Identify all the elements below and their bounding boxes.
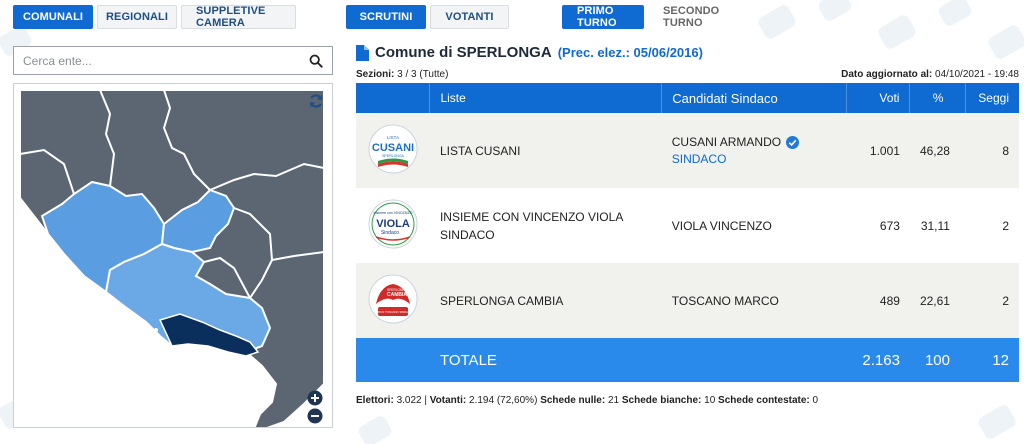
- null-ballots-value: 21: [607, 395, 620, 406]
- table-header-row: Liste Candidati Sindaco Voti % Seggi: [356, 83, 1019, 113]
- list-logo-cell: LISTA CUSANI SPERLONGA: [356, 113, 430, 188]
- votes: 489: [846, 263, 910, 338]
- tab-comunali[interactable]: COMUNALI: [13, 5, 93, 29]
- elected-check-icon: [786, 135, 800, 149]
- document-icon: [356, 44, 369, 61]
- percent: 46,28: [909, 113, 966, 188]
- lista-cusani-logo: LISTA CUSANI SPERLONGA: [368, 124, 418, 174]
- contested-ballots-value: 0: [812, 395, 819, 406]
- contested-ballots-label: Schede contestate:: [718, 395, 810, 406]
- candidate-cell: VIOLA VINCENZO: [661, 188, 846, 263]
- header-liste: Liste: [429, 83, 663, 113]
- candidate-name: TOSCANO MARCO: [671, 293, 779, 308]
- list-name: INSIEME CON VINCENZO VIOLA SINDACO: [429, 188, 662, 263]
- electors-value: 3.022: [396, 395, 422, 406]
- map-canvas[interactable]: [14, 84, 333, 428]
- header-seggi: Seggi: [965, 83, 1019, 113]
- percent: 22,61: [909, 263, 966, 338]
- tab-regionali[interactable]: REGIONALI: [97, 5, 177, 29]
- zoom-out-icon[interactable]: [307, 408, 323, 424]
- total-votes: 2.163: [846, 338, 910, 382]
- blank-ballots-label: Schede bianche:: [621, 395, 702, 406]
- candidate-cell: TOSCANO MARCO: [661, 263, 846, 338]
- table-row[interactable]: SPERLONGA CAMBIA MARCO TOSCANO SINDACO S…: [356, 263, 1019, 338]
- search-input[interactable]: [23, 53, 309, 68]
- view-tabs: SCRUTINI VOTANTI: [346, 5, 509, 29]
- tab-secondo-turno[interactable]: SECONDO TURNO: [648, 5, 744, 29]
- total-label: TOTALE: [429, 338, 662, 382]
- table-row[interactable]: Insieme con VINCENZO VIOLA Sindaco INSIE…: [356, 188, 1019, 263]
- tab-primo-turno[interactable]: PRIMO TURNO: [562, 5, 644, 29]
- previous-election-link[interactable]: (Prec. elez.: 05/06/2016): [558, 45, 703, 60]
- page-title: Comune di SPERLONGA (Prec. elez.: 05/06/…: [356, 44, 703, 61]
- seats: 2: [965, 188, 1019, 263]
- sections-label: Sezioni:: [356, 69, 395, 80]
- total-empty: [661, 338, 846, 382]
- round-tabs: PRIMO TURNO SECONDO TURNO: [562, 5, 744, 29]
- sections-value: 3 / 3 (Tutte): [397, 69, 449, 80]
- header-voti: Voti: [846, 83, 911, 113]
- tab-suppletive-camera[interactable]: SUPPLETIVE CAMERA: [181, 5, 296, 29]
- search-box: [13, 46, 333, 75]
- search-icon[interactable]: [309, 54, 323, 68]
- total-percent: 100: [909, 338, 966, 382]
- list-logo-cell: SPERLONGA CAMBIA MARCO TOSCANO SINDACO: [356, 263, 430, 338]
- list-logo-cell: Insieme con VINCENZO VIOLA Sindaco: [356, 188, 430, 263]
- table-row[interactable]: LISTA CUSANI SPERLONGA LISTA CUSANI CUSA…: [356, 113, 1019, 188]
- blank-ballots-value: 10: [704, 395, 716, 406]
- sperlonga-cambia-logo: SPERLONGA CAMBIA MARCO TOSCANO SINDACO: [368, 274, 418, 324]
- logo-text-sub: MARCO TOSCANO SINDACO: [374, 310, 413, 314]
- updated-value: 04/10/2021 - 19:48: [935, 69, 1019, 80]
- updated-label: Dato aggiornato al:: [841, 69, 933, 80]
- logo-text-top: LISTA: [387, 135, 399, 140]
- percent: 31,11: [909, 188, 966, 263]
- region-map[interactable]: [13, 83, 333, 428]
- election-type-tabs: COMUNALI REGIONALI SUPPLETIVE CAMERA: [13, 5, 296, 29]
- zoom-in-icon[interactable]: [307, 390, 323, 406]
- municipality-title: Comune di SPERLONGA: [375, 44, 552, 61]
- header-logo: [356, 83, 431, 113]
- null-ballots-label: Schede nulle:: [540, 395, 606, 406]
- header-candidati: Candidati Sindaco: [661, 83, 847, 113]
- logo-text-main: CAMBIA: [387, 292, 407, 298]
- candidate-name: CUSANI ARMANDO: [671, 135, 782, 149]
- logo-text-top: Insieme con VINCENZO: [373, 211, 412, 215]
- candidate-cell: CUSANI ARMANDO SINDACO: [661, 113, 846, 188]
- seats: 8: [965, 113, 1019, 188]
- voters-value: 2.194 (72,60%): [469, 395, 538, 406]
- total-seats: 12: [965, 338, 1019, 382]
- logo-text-main: CUSANI: [372, 142, 414, 154]
- candidate-name: VIOLA VINCENZO: [671, 218, 772, 233]
- total-row: TOTALE 2.163 100 12: [356, 338, 1019, 382]
- list-name: LISTA CUSANI: [429, 113, 662, 188]
- voters-label: Votanti:: [429, 395, 467, 406]
- results-table: Liste Candidati Sindaco Voti % Seggi LIS…: [356, 83, 1019, 382]
- candidate-role: SINDACO: [671, 152, 727, 166]
- list-name: SPERLONGA CAMBIA: [429, 263, 662, 338]
- tab-scrutini[interactable]: SCRUTINI: [346, 5, 426, 29]
- votes: 1.001: [846, 113, 910, 188]
- sections-info: Sezioni: 3 / 3 (Tutte): [356, 69, 448, 80]
- logo-text-sub: Sindaco: [381, 230, 399, 236]
- turnout-summary: Elettori: 3.022 | Votanti: 2.194 (72,60%…: [356, 395, 819, 406]
- tab-votanti[interactable]: VOTANTI: [430, 5, 509, 29]
- total-spacer: [356, 338, 430, 382]
- electors-label: Elettori:: [356, 395, 394, 406]
- insieme-viola-logo: Insieme con VINCENZO VIOLA Sindaco: [368, 199, 418, 249]
- votes: 673: [846, 188, 910, 263]
- updated-info: Dato aggiornato al: 04/10/2021 - 19:48: [841, 69, 1019, 80]
- logo-text-main: VIOLA: [376, 218, 410, 230]
- refresh-icon[interactable]: [308, 93, 324, 109]
- header-percent: %: [909, 83, 967, 113]
- seats: 2: [965, 263, 1019, 338]
- logo-text-sub: SPERLONGA: [382, 154, 404, 158]
